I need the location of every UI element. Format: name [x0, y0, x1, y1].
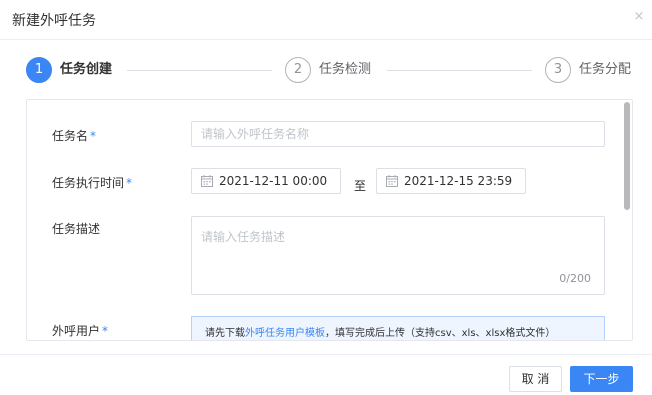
calendar-icon	[386, 175, 398, 187]
required-mark: *	[102, 324, 109, 338]
description-placeholder: 请输入任务描述	[201, 230, 286, 244]
step-1-number: 1	[26, 57, 52, 83]
required-mark: *	[126, 176, 133, 190]
step-connector	[387, 70, 532, 71]
end-date-input[interactable]: 2021-12-15 23:59	[376, 168, 526, 194]
exec-time-label-text: 任务执行时间	[52, 176, 125, 190]
step-connector	[127, 70, 272, 71]
description-label: 任务描述	[52, 222, 101, 236]
tip-prefix: 请先下载	[205, 328, 245, 339]
step-indicator: 1 任务创建 2 任务检测 3 任务分配	[0, 57, 652, 87]
dialog-title: 新建外呼任务	[12, 13, 96, 29]
dialog-footer: 取 消 下一步	[0, 354, 652, 395]
start-date-input[interactable]: 2021-12-11 00:00	[191, 168, 341, 194]
task-name-label: 任务名 *	[52, 127, 96, 144]
form-panel: 任务名 * 请输入外呼任务名称 任务执行时间 * 2021-12-11 00:00 …	[26, 99, 633, 341]
users-label-text: 外呼用户	[52, 324, 101, 338]
description-textarea[interactable]: 请输入任务描述 0/200	[191, 216, 605, 295]
cancel-button[interactable]: 取 消	[509, 366, 562, 392]
template-download-link[interactable]: 外呼任务用户模板	[245, 328, 325, 339]
date-range-separator: 至	[354, 179, 367, 193]
users-label: 外呼用户 *	[52, 322, 108, 339]
step-3-label: 任务分配	[579, 62, 632, 77]
calendar-icon	[201, 175, 213, 187]
step-1-label: 任务创建	[60, 62, 113, 77]
step-3-number: 3	[545, 57, 571, 83]
task-name-input[interactable]: 请输入外呼任务名称	[191, 121, 605, 147]
exec-time-label: 任务执行时间 *	[52, 174, 132, 191]
char-count: 0/200	[559, 272, 591, 285]
tip-suffix: ，填写完成后上传（支持csv、xls、xlsx格式文件）	[325, 328, 556, 339]
dialog-header: 新建外呼任务 ×	[0, 0, 652, 40]
start-date-value: 2021-12-11 00:00	[219, 174, 328, 188]
step-2-label: 任务检测	[319, 62, 372, 77]
task-name-label-text: 任务名	[52, 129, 89, 143]
step-2-number: 2	[285, 57, 311, 83]
required-mark: *	[90, 129, 97, 143]
close-icon[interactable]: ×	[632, 10, 646, 24]
upload-tip: 请先下载外呼任务用户模板，填写完成后上传（支持csv、xls、xlsx格式文件）	[191, 316, 605, 340]
scrollbar-thumb[interactable]	[624, 102, 630, 210]
end-date-value: 2021-12-15 23:59	[404, 174, 513, 188]
next-button[interactable]: 下一步	[570, 366, 633, 392]
